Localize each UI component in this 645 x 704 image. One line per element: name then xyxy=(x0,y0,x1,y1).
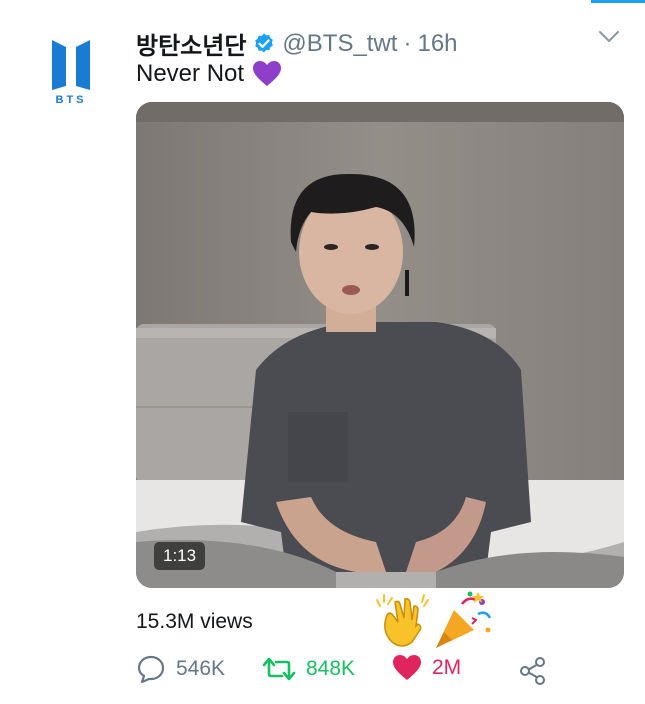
tweet-timestamp[interactable]: 16h xyxy=(417,30,457,58)
display-name[interactable]: 방탄소년단 xyxy=(136,26,246,61)
separator-dot: · xyxy=(403,29,412,57)
share-icon xyxy=(520,657,545,685)
comment-bubble-icon xyxy=(137,655,165,684)
reply-count: 546K xyxy=(176,657,226,680)
like-button[interactable]: 2M xyxy=(392,654,461,682)
tweet-text-content: Never Not xyxy=(136,60,245,87)
avatar-brand-text: BTS xyxy=(55,94,87,106)
top-progress-accent xyxy=(591,0,645,3)
view-count: 15.3M views xyxy=(136,610,253,633)
bts-logo-icon xyxy=(52,40,90,90)
tweet-actions: 546K 848K 2M xyxy=(136,654,606,690)
share-button[interactable] xyxy=(518,656,548,686)
clapping-hands-emoji-icon xyxy=(376,594,429,647)
tweet-header: 방탄소년단 @BTS_twt · 16h xyxy=(136,26,458,61)
party-popper-emoji-icon xyxy=(436,591,492,648)
top-progress-bar xyxy=(0,0,645,3)
video-duration-badge: 1:13 xyxy=(154,542,206,570)
heart-icon xyxy=(393,655,421,680)
like-count: 2M xyxy=(432,656,462,679)
video-player[interactable] xyxy=(136,102,624,588)
reply-button[interactable]: 546K xyxy=(136,654,225,684)
retweet-count: 848K xyxy=(306,657,356,680)
account-avatar[interactable]: BTS xyxy=(46,36,96,108)
account-handle[interactable]: @BTS_twt xyxy=(282,30,397,58)
purple-heart-emoji-icon xyxy=(253,61,282,86)
verified-badge-icon xyxy=(255,33,274,52)
retweet-button[interactable]: 848K xyxy=(262,654,355,684)
retweet-arrows-icon xyxy=(262,657,296,681)
video-thumbnail xyxy=(136,102,624,588)
tweet-text: Never Not xyxy=(136,60,282,88)
chevron-down-icon[interactable] xyxy=(598,30,620,44)
